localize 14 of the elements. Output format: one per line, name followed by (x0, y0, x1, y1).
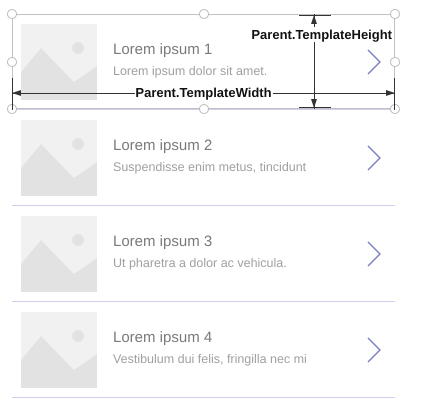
item-subtitle: Ut pharetra a dolor ac vehicula. (113, 256, 287, 270)
gallery-item[interactable]: Lorem ipsum 3 Ut pharetra a dolor ac vehicula. (12, 206, 395, 302)
item-title: Lorem ipsum 1 (113, 41, 212, 58)
gallery-item[interactable]: Parent.TemplateHeight Lorem ipsum 1 Lorem ipsum dolor sit amet. Parent.TemplateWidth (12, 14, 395, 110)
item-subtitle: Vestibulum dui felis, fringilla nec mi (113, 352, 307, 366)
gallery-item[interactable]: Lorem ipsum 2 Suspendisse enim metus, tincidunt (12, 110, 395, 206)
height-label: Parent.TemplateHeight (250, 27, 393, 42)
item-subtitle: Lorem ipsum dolor sit amet. (113, 64, 268, 78)
width-label: Parent.TemplateWidth (134, 85, 273, 100)
gallery-item[interactable]: Lorem ipsum 4 Vestibulum dui felis, fringilla nec mi (12, 302, 395, 398)
item-title: Lorem ipsum 4 (113, 329, 212, 346)
item-title: Lorem ipsum 2 (113, 137, 212, 154)
item-title: Lorem ipsum 3 (113, 233, 212, 250)
item-subtitle: Suspendisse enim metus, tincidunt (113, 160, 306, 174)
